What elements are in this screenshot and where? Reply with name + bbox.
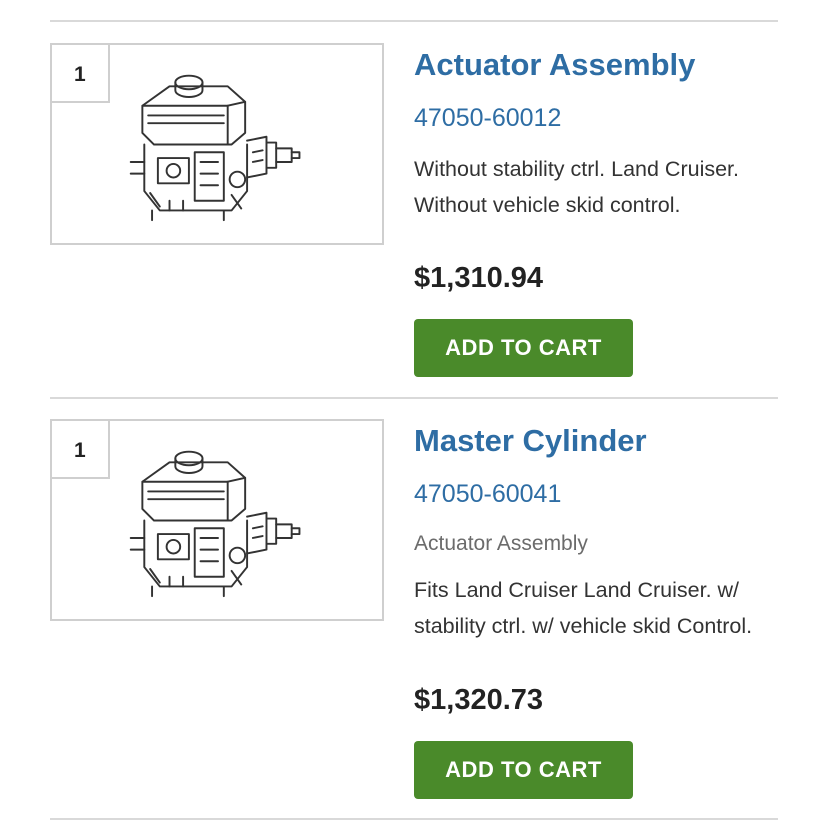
top-divider — [50, 20, 778, 22]
product-description: Without stability ctrl. Land Cruiser. Wi… — [414, 157, 740, 217]
product-image[interactable]: 1 — [50, 43, 384, 245]
part-number-link[interactable]: 47050-60041 — [414, 480, 561, 509]
product-description: Fits Land Cruiser Land Cruiser. w/ stabi… — [414, 578, 753, 638]
add-to-cart-button[interactable]: ADD TO CART — [414, 741, 633, 799]
product-price: $1,310.94 — [414, 262, 544, 294]
product-price: $1,320.73 — [414, 684, 544, 716]
bottom-divider — [50, 818, 778, 820]
brake-actuator-drawing-icon — [129, 74, 301, 222]
add-to-cart-button[interactable]: ADD TO CART — [414, 319, 633, 377]
part-number-link[interactable]: 47050-60012 — [414, 104, 561, 133]
callout-number: 1 — [52, 45, 110, 103]
product-title-link[interactable]: Actuator Assembly — [414, 47, 695, 83]
product-subtitle: Actuator Assembly — [414, 532, 588, 555]
product-title-link[interactable]: Master Cylinder — [414, 423, 647, 459]
callout-number: 1 — [52, 421, 110, 479]
product-image[interactable]: 1 — [50, 419, 384, 621]
brake-actuator-drawing-icon — [129, 450, 301, 598]
item-divider — [50, 397, 778, 399]
